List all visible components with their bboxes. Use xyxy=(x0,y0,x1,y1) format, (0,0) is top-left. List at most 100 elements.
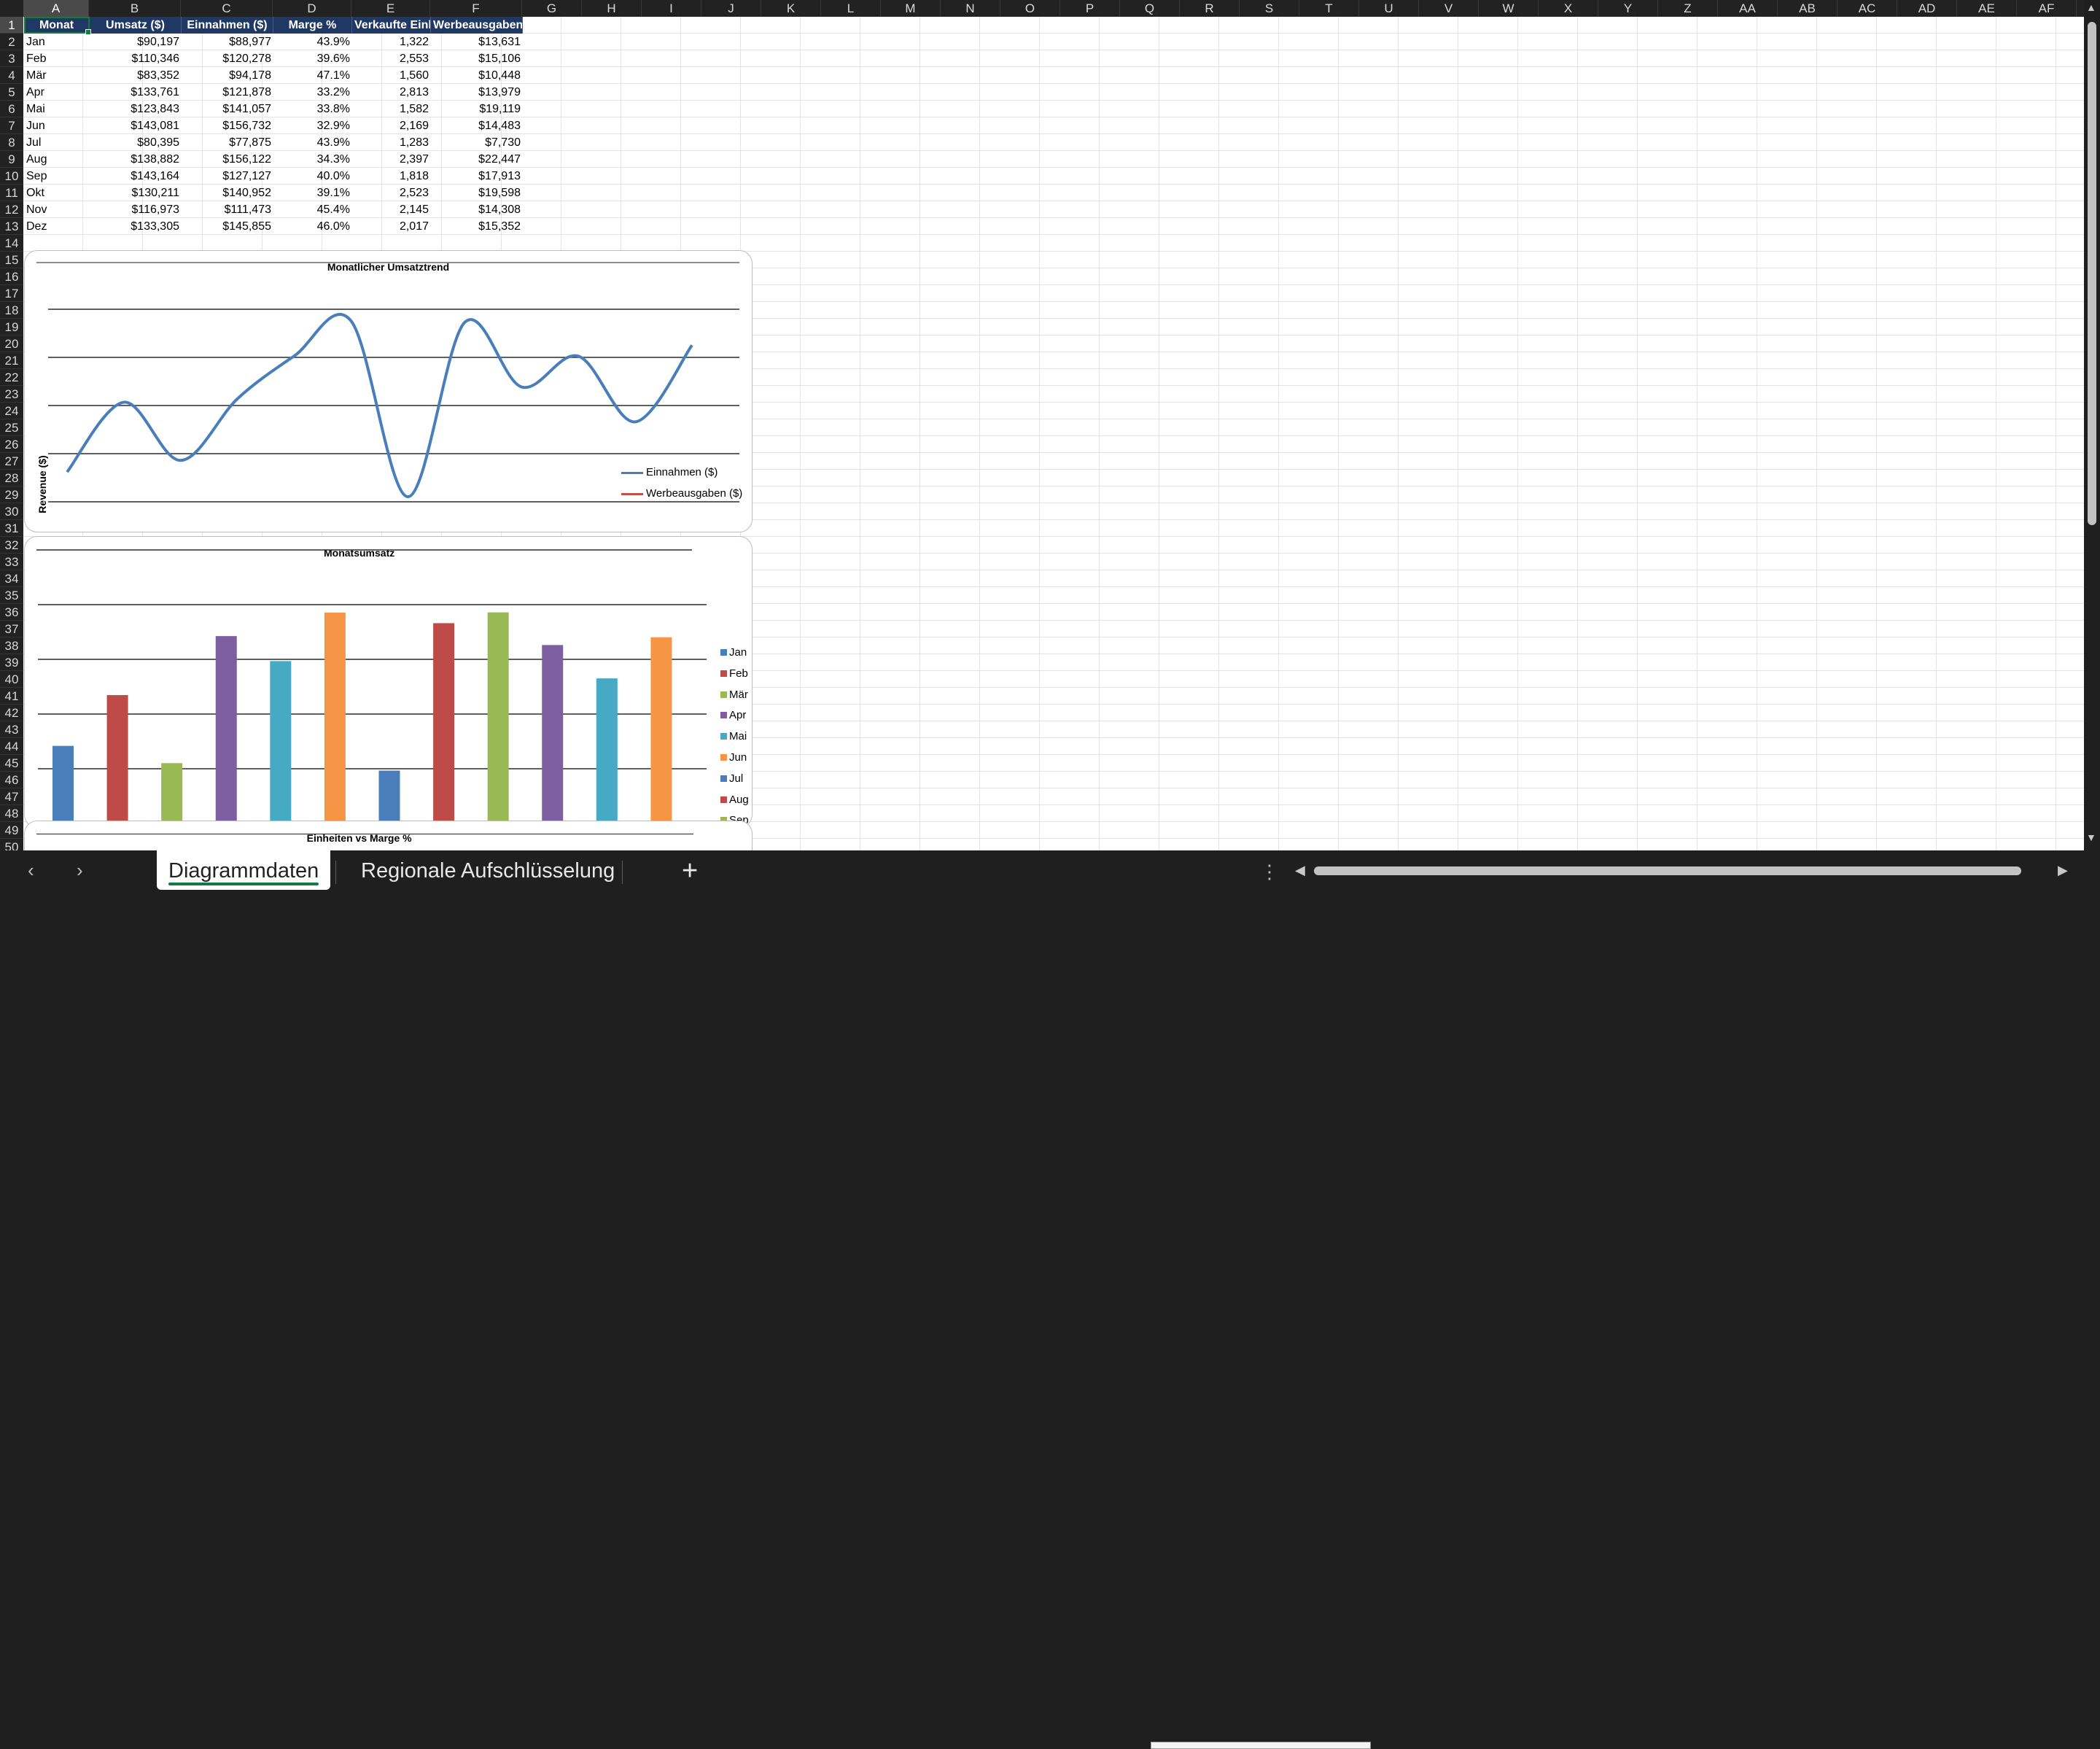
table-cell[interactable]: 40.0% xyxy=(273,168,352,185)
column-header-e[interactable]: E xyxy=(351,0,430,17)
row-header-36[interactable]: 36 xyxy=(0,604,23,621)
column-header-r[interactable]: R xyxy=(1180,0,1240,17)
row-header-33[interactable]: 33 xyxy=(0,554,23,570)
scroll-left-icon[interactable]: ◀ xyxy=(1295,863,1305,878)
row-header-35[interactable]: 35 xyxy=(0,587,23,604)
column-header-ac[interactable]: AC xyxy=(1838,0,1897,17)
table-cell[interactable]: $141,057 xyxy=(182,101,273,117)
table-cell[interactable]: Mai xyxy=(24,101,90,117)
table-cell[interactable]: 34.3% xyxy=(273,151,352,168)
column-header-a[interactable]: A xyxy=(23,0,89,17)
table-cell[interactable]: $111,473 xyxy=(182,201,273,218)
row-header-21[interactable]: 21 xyxy=(0,352,23,369)
column-header-n[interactable]: N xyxy=(941,0,1000,17)
column-header-l[interactable]: L xyxy=(821,0,881,17)
column-header-c[interactable]: C xyxy=(181,0,273,17)
row-header-9[interactable]: 9 xyxy=(0,151,23,168)
column-header-m[interactable]: M xyxy=(881,0,941,17)
table-cell[interactable]: $116,973 xyxy=(90,201,182,218)
table-cell[interactable]: Apr xyxy=(24,84,90,101)
table-cell[interactable]: $156,732 xyxy=(182,117,273,134)
table-cell[interactable]: 1,322 xyxy=(352,34,431,50)
scroll-right-icon[interactable]: ▶ xyxy=(2058,863,2068,878)
table-cell[interactable]: 2,169 xyxy=(352,117,431,134)
column-header-t[interactable]: T xyxy=(1299,0,1359,17)
row-header-26[interactable]: 26 xyxy=(0,436,23,453)
table-cell[interactable]: Feb xyxy=(24,50,90,67)
table-cell[interactable]: Dez xyxy=(24,218,90,235)
table-cell[interactable]: Jun xyxy=(24,117,90,134)
table-cell[interactable]: $10,448 xyxy=(431,67,523,84)
table-cell[interactable]: $17,913 xyxy=(431,168,523,185)
spreadsheet-area[interactable]: A B C D E F G H I J K L M N O P Q R S T U V W X Y Z AA AB AC AD AE AF 1… xyxy=(0,0,2100,850)
table-cell[interactable]: 2,813 xyxy=(352,84,431,101)
row-header-49[interactable]: 49 xyxy=(0,822,23,839)
table-cell[interactable]: 2,523 xyxy=(352,185,431,201)
row-header-32[interactable]: 32 xyxy=(0,537,23,554)
table-cell[interactable]: $22,447 xyxy=(431,151,523,168)
chart-units-vs-margin[interactable]: Einheiten vs Marge % xyxy=(24,821,752,850)
column-header-ae[interactable]: AE xyxy=(1957,0,2017,17)
row-header-27[interactable]: 27 xyxy=(0,453,23,470)
column-header-u[interactable]: U xyxy=(1359,0,1419,17)
column-header-s[interactable]: S xyxy=(1240,0,1299,17)
header-cell[interactable]: Verkaufte Einheiten xyxy=(352,17,431,34)
more-options-icon[interactable]: ⋮ xyxy=(1260,861,1279,883)
table-cell[interactable]: Jul xyxy=(24,134,90,151)
table-cell[interactable]: 33.2% xyxy=(273,84,352,101)
table-cell[interactable]: $80,395 xyxy=(90,134,182,151)
row-header-18[interactable]: 18 xyxy=(0,302,23,319)
row-header-16[interactable]: 16 xyxy=(0,268,23,285)
chart-revenue-trend[interactable]: Monatlicher Umsatztrend Revenue ($) Einn… xyxy=(24,250,752,532)
row-header-8[interactable]: 8 xyxy=(0,134,23,151)
row-header-10[interactable]: 10 xyxy=(0,168,23,185)
column-header-v[interactable]: V xyxy=(1419,0,1479,17)
table-cell[interactable]: $156,122 xyxy=(182,151,273,168)
prev-sheet-icon[interactable]: ‹ xyxy=(28,859,34,882)
column-header-b[interactable]: B xyxy=(89,0,181,17)
column-header-aa[interactable]: AA xyxy=(1718,0,1778,17)
row-header-34[interactable]: 34 xyxy=(0,570,23,587)
column-header-f[interactable]: F xyxy=(430,0,522,17)
row-header-19[interactable]: 19 xyxy=(0,319,23,336)
row-header-29[interactable]: 29 xyxy=(0,486,23,503)
row-header-11[interactable]: 11 xyxy=(0,185,23,201)
column-header-af[interactable]: AF xyxy=(2017,0,2077,17)
vertical-scrollbar[interactable]: ▲ ▼ xyxy=(2084,0,2100,850)
horizontal-scrollbar[interactable]: ◀ ▶ xyxy=(1295,863,2068,878)
table-cell[interactable]: 39.1% xyxy=(273,185,352,201)
add-sheet-button[interactable]: + xyxy=(682,850,698,891)
tab-regionale-aufschluesselung[interactable]: Regionale Aufschlüsselung xyxy=(361,850,615,891)
column-header-x[interactable]: X xyxy=(1539,0,1598,17)
table-cell[interactable]: $90,197 xyxy=(90,34,182,50)
row-header-7[interactable]: 7 xyxy=(0,117,23,134)
row-header-37[interactable]: 37 xyxy=(0,621,23,637)
row-header-14[interactable]: 14 xyxy=(0,235,23,252)
row-header-24[interactable]: 24 xyxy=(0,403,23,419)
table-cell[interactable]: Jan xyxy=(24,34,90,50)
table-cell[interactable]: 2,145 xyxy=(352,201,431,218)
header-cell[interactable]: Monat xyxy=(24,17,90,34)
row-header-31[interactable]: 31 xyxy=(0,520,23,537)
row-header-48[interactable]: 48 xyxy=(0,805,23,822)
row-header-4[interactable]: 4 xyxy=(0,67,23,84)
table-cell[interactable]: $138,882 xyxy=(90,151,182,168)
chart-monthly-revenue[interactable]: Monatsumsatz JanFebMärAprMaiJunJulAugSep xyxy=(24,536,752,828)
row-header-2[interactable]: 2 xyxy=(0,34,23,50)
table-cell[interactable]: 1,582 xyxy=(352,101,431,117)
table-cell[interactable]: 39.6% xyxy=(273,50,352,67)
column-header-k[interactable]: K xyxy=(761,0,821,17)
row-header-15[interactable]: 15 xyxy=(0,252,23,268)
table-cell[interactable]: $94,178 xyxy=(182,67,273,84)
table-cell[interactable]: 43.9% xyxy=(273,34,352,50)
table-cell[interactable]: 43.9% xyxy=(273,134,352,151)
header-cell[interactable]: Umsatz ($) xyxy=(90,17,182,34)
table-cell[interactable]: 33.8% xyxy=(273,101,352,117)
row-header-41[interactable]: 41 xyxy=(0,688,23,705)
table-cell[interactable]: $121,878 xyxy=(182,84,273,101)
table-cell[interactable]: $120,278 xyxy=(182,50,273,67)
row-header-3[interactable]: 3 xyxy=(0,50,23,67)
row-header-5[interactable]: 5 xyxy=(0,84,23,101)
table-cell[interactable]: 46.0% xyxy=(273,218,352,235)
table-cell[interactable]: $140,952 xyxy=(182,185,273,201)
